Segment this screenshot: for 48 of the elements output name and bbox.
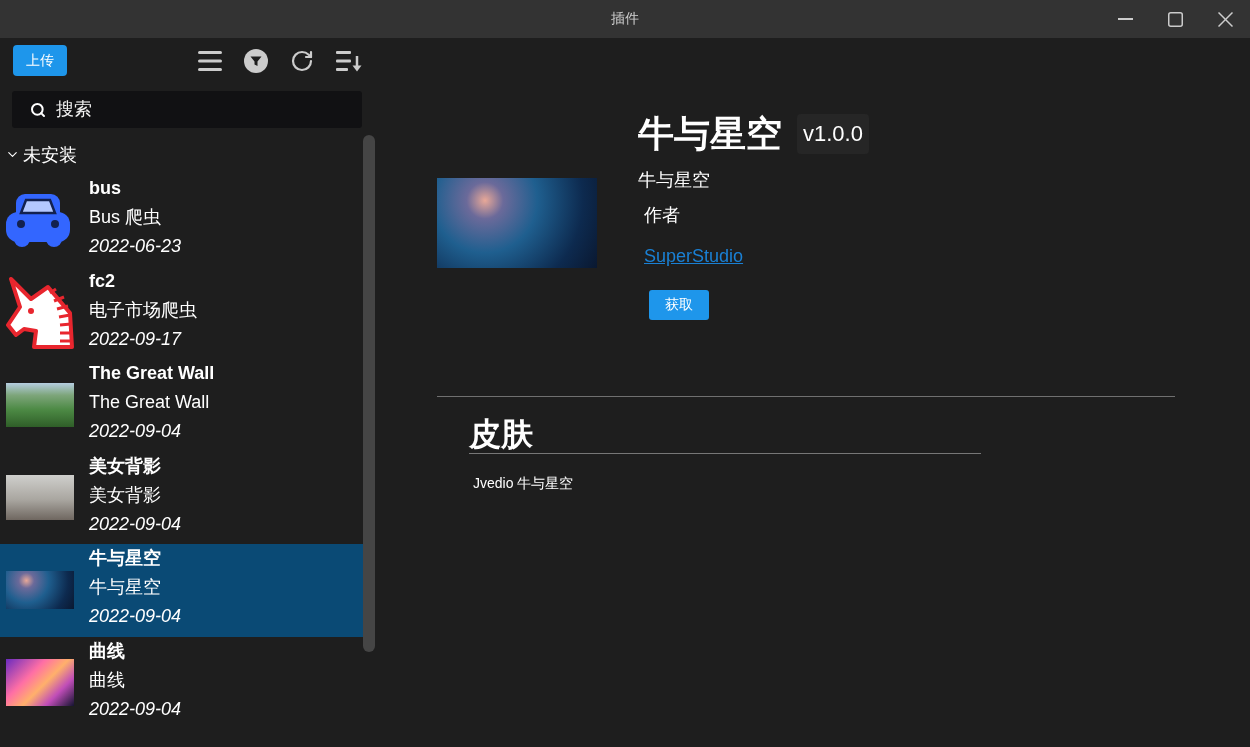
plugin-item[interactable]: The Great Wall The Great Wall 2022-09-04 <box>0 359 363 452</box>
plugin-name: bus <box>89 177 122 200</box>
plugin-description: 美女背影 <box>89 483 162 507</box>
maximize-icon[interactable] <box>1167 11 1183 27</box>
plugin-date: 2022-09-04 <box>89 420 183 443</box>
search-field[interactable]: 搜索 <box>12 91 362 128</box>
window-title: 插件 <box>611 10 639 28</box>
scrollbar-thumb[interactable] <box>363 135 375 652</box>
plugin-description: 牛与星空 <box>89 576 162 599</box>
plugin-title: 牛与星空 <box>638 113 782 155</box>
photo-placeholder <box>6 383 74 428</box>
plugin-item[interactable]: 曲线 曲线 2022-09-04 <box>0 636 363 729</box>
plugin-date: 2022-09-17 <box>89 327 183 351</box>
plugin-description: The Great Wall <box>89 391 211 414</box>
plugin-name: The Great Wall <box>89 362 215 385</box>
plugin-name: 牛与星空 <box>89 547 162 570</box>
plugin-description: 曲线 <box>89 668 126 692</box>
plugin-date: 2022-09-04 <box>89 512 182 536</box>
group-label[interactable]: 未安装 <box>23 142 77 167</box>
unicorn-icon <box>6 276 74 349</box>
version-badge: v1.0.0 <box>797 114 869 154</box>
close-icon[interactable] <box>1217 11 1233 27</box>
section-heading: 皮肤 <box>469 415 981 454</box>
plugin-description: Bus 爬虫 <box>89 206 163 229</box>
section-text: Jvedio 牛与星空 <box>473 474 574 493</box>
author-link[interactable]: SuperStudio <box>644 244 744 268</box>
filter-icon[interactable] <box>244 48 268 73</box>
plugin-date: 2022-06-23 <box>89 235 182 258</box>
plugin-date: 2022-09-04 <box>89 605 182 628</box>
photo-placeholder <box>6 475 74 521</box>
plugin-description: 电子市场爬虫 <box>89 298 197 322</box>
refresh-icon[interactable] <box>290 48 314 73</box>
plugin-item[interactable]: 牛与星空 牛与星空 2022-09-04 <box>0 544 363 637</box>
photo-placeholder <box>6 571 74 610</box>
plugin-item[interactable]: fc2 电子市场爬虫 2022-09-17 <box>0 266 363 359</box>
photo-placeholder <box>6 659 74 707</box>
search-icon <box>30 101 46 118</box>
sort-icon[interactable] <box>336 49 362 72</box>
menu-icon[interactable] <box>198 50 222 71</box>
author-label: 作者 <box>644 204 680 227</box>
plugin-name: fc2 <box>89 269 116 293</box>
minimize-icon[interactable] <box>1117 18 1133 20</box>
plugin-item[interactable]: 美女背影 美女背影 2022-09-04 <box>0 451 363 544</box>
plugin-date: 2022-09-04 <box>89 697 182 721</box>
car-icon <box>6 192 70 249</box>
plugin-name: 美女背影 <box>89 454 162 478</box>
plugin-name: 曲线 <box>89 639 126 663</box>
plugin-subtitle: 牛与星空 <box>638 169 710 192</box>
